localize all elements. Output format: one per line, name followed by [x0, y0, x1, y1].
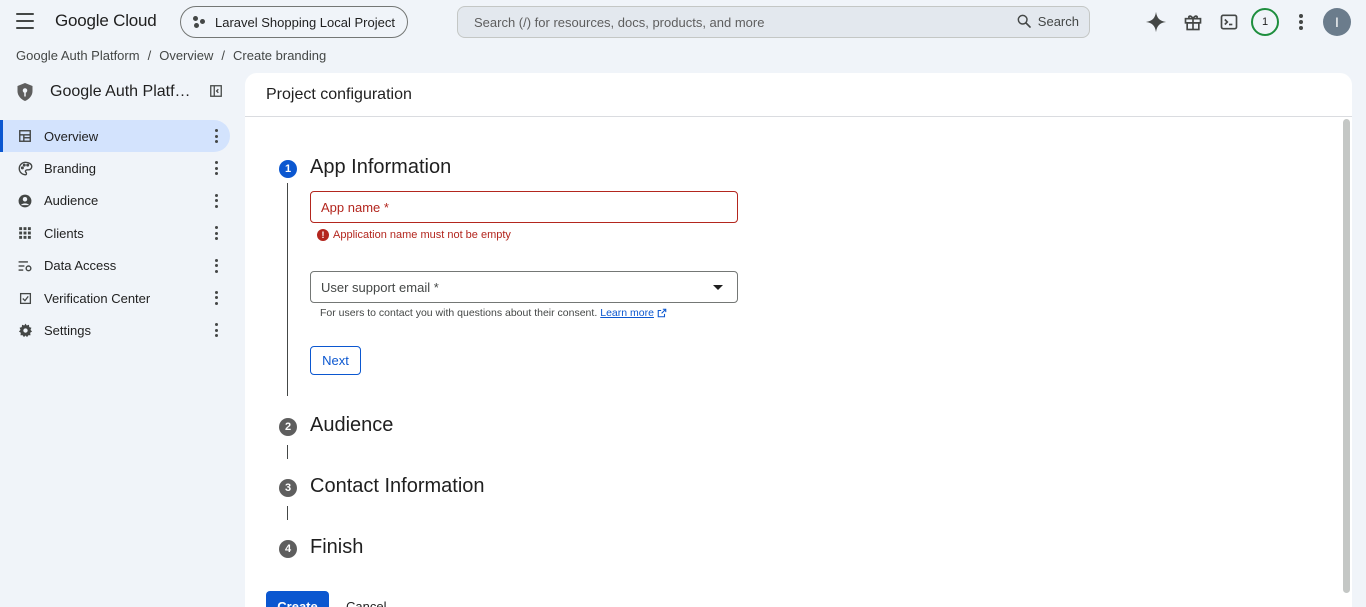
- create-button[interactable]: Create: [266, 591, 329, 607]
- breadcrumb: Google Auth Platform / Overview / Create…: [16, 48, 326, 63]
- app-name-input[interactable]: App name *: [310, 191, 738, 223]
- breadcrumb-separator: /: [147, 48, 152, 63]
- search-button[interactable]: Search: [1016, 13, 1079, 29]
- sidebar-item-label: Verification Center: [44, 290, 151, 306]
- sidebar-nav: Overview Branding Audience Clients Data …: [0, 120, 230, 347]
- sidebar-item-overview[interactable]: Overview: [0, 120, 230, 153]
- step-connector: [287, 506, 288, 520]
- checkbox-icon: [17, 290, 33, 306]
- more-vert-icon[interactable]: [212, 193, 220, 208]
- sidebar-item-branding[interactable]: Branding: [0, 152, 230, 184]
- account-avatar[interactable]: I: [1323, 8, 1351, 36]
- main-panel: Project configuration 1 App Information …: [245, 73, 1352, 607]
- breadcrumb-item-current: Create branding: [233, 48, 327, 63]
- project-picker-button[interactable]: Laravel Shopping Local Project: [180, 6, 408, 38]
- error-text: Application name must not be empty: [333, 229, 511, 241]
- sidebar-item-label: Branding: [44, 161, 97, 177]
- more-vert-icon[interactable]: [1289, 10, 1313, 34]
- sidebar-item-data-access[interactable]: Data Access: [0, 250, 230, 282]
- email-label: User support email *: [321, 279, 439, 295]
- step-number-1: 1: [279, 160, 297, 178]
- scrollbar[interactable]: [1343, 119, 1350, 593]
- sidebar-item-label: Audience: [44, 193, 99, 209]
- next-button[interactable]: Next: [310, 346, 361, 375]
- filter-settings-icon: [17, 258, 33, 274]
- search-input[interactable]: Search (/) for resources, docs, products…: [457, 6, 1090, 38]
- helper-text: For users to contact you with questions …: [320, 307, 598, 319]
- step-title-contact-information[interactable]: Contact Information: [310, 475, 485, 498]
- more-vert-icon[interactable]: [212, 226, 220, 241]
- more-vert-icon[interactable]: [212, 161, 220, 176]
- step-connector: [287, 445, 288, 459]
- palette-icon: [17, 161, 33, 177]
- error-icon: !: [317, 229, 329, 241]
- breadcrumb-item-overview[interactable]: Overview: [159, 48, 213, 63]
- page-title: Project configuration: [266, 86, 412, 103]
- project-name: Laravel Shopping Local Project: [215, 14, 395, 30]
- more-vert-icon[interactable]: [212, 323, 220, 338]
- search-placeholder: Search (/) for resources, docs, products…: [474, 14, 765, 30]
- sidebar-title: Google Auth Platf…: [50, 83, 191, 100]
- shield-icon: [17, 83, 33, 101]
- breadcrumb-item-auth-platform[interactable]: Google Auth Platform: [16, 48, 140, 63]
- breadcrumb-separator: /: [221, 48, 226, 63]
- apps-grid-icon: [17, 225, 33, 241]
- collapse-sidebar-icon[interactable]: [209, 84, 223, 103]
- email-helper-text: For users to contact you with questions …: [320, 307, 667, 319]
- dropdown-arrow-icon: [713, 285, 723, 290]
- project-icon: [193, 15, 207, 29]
- sidebar-item-label: Overview: [44, 128, 99, 144]
- more-vert-icon[interactable]: [212, 290, 220, 305]
- step-number-3: 3: [279, 479, 297, 497]
- person-icon: [17, 193, 33, 209]
- step-number-4: 4: [279, 540, 297, 558]
- sidebar-item-audience[interactable]: Audience: [0, 185, 230, 217]
- sidebar-item-settings[interactable]: Settings: [0, 314, 230, 346]
- divider: [245, 116, 1352, 117]
- sidebar-item-label: Settings: [44, 323, 91, 339]
- sidebar-item-label: Data Access: [44, 258, 117, 274]
- step-title-audience[interactable]: Audience: [310, 414, 393, 437]
- search-icon: [1017, 14, 1031, 28]
- step-title-app-information: App Information: [310, 156, 452, 178]
- more-vert-icon[interactable]: [212, 258, 220, 273]
- more-vert-icon[interactable]: [212, 129, 220, 143]
- sidebar-header: Google Auth Platf…: [16, 80, 230, 104]
- gear-icon: [17, 323, 33, 339]
- step-title-finish[interactable]: Finish: [310, 536, 363, 559]
- user-support-email-select[interactable]: User support email *: [310, 271, 738, 303]
- learn-more-link[interactable]: Learn more: [600, 307, 654, 319]
- sidebar-item-label: Clients: [44, 225, 84, 241]
- main-menu-icon[interactable]: [16, 13, 34, 29]
- step-number-2: 2: [279, 418, 297, 436]
- cloud-shell-terminal-icon[interactable]: [1217, 10, 1241, 34]
- step-connector: [287, 183, 288, 396]
- notification-badge[interactable]: 1: [1251, 8, 1279, 36]
- app-name-error: ! Application name must not be empty: [317, 229, 511, 241]
- cancel-button[interactable]: Cancel: [346, 599, 386, 607]
- sidebar-item-clients[interactable]: Clients: [0, 217, 230, 249]
- google-cloud-logo[interactable]: Google Cloud: [55, 11, 157, 31]
- app-name-label: App name *: [321, 199, 389, 215]
- sidebar-item-verification-center[interactable]: Verification Center: [0, 282, 230, 314]
- external-link-icon[interactable]: [657, 308, 667, 318]
- gemini-sparkle-icon[interactable]: [1144, 10, 1168, 34]
- gift-icon[interactable]: [1181, 10, 1205, 34]
- dashboard-icon: [17, 128, 33, 144]
- top-bar: Google Cloud Laravel Shopping Local Proj…: [0, 0, 1366, 44]
- search-button-label: Search: [1037, 13, 1079, 29]
